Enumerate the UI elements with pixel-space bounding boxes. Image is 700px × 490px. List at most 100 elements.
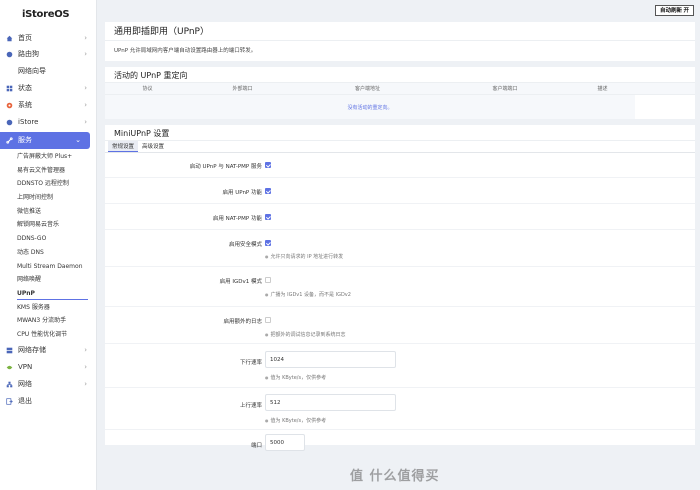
- brand-logo: iStoreOS: [22, 9, 70, 20]
- checkbox-start-service[interactable]: [265, 162, 271, 168]
- sub-item-kms[interactable]: KMS 服务器: [0, 301, 96, 315]
- nav-services[interactable]: 服务 ⌄: [0, 132, 90, 149]
- label-igdv1: 启用 IGDv1 模式: [219, 279, 262, 285]
- sub-item-ddnsto[interactable]: DDNSTO 远程控制: [0, 177, 96, 191]
- forwards-empty: 没有活动的重定向。: [105, 95, 635, 119]
- sub-item-linkease[interactable]: 易有云文件管理器: [0, 164, 96, 178]
- col-client-addr: 客户端地址: [354, 86, 380, 92]
- nav-home-label: 首页: [18, 34, 32, 42]
- col-description: 描述: [597, 86, 608, 92]
- sub-item-ddns[interactable]: 动态 DNS: [0, 246, 96, 260]
- tab-advanced[interactable]: 高级设置: [138, 141, 168, 152]
- sidebar: iStoreOS 首页 › 路由狗 › 网络向导 状态 › 系统 › iStor…: [0, 0, 97, 490]
- nav-wizard[interactable]: 网络向导: [0, 63, 96, 80]
- port-input[interactable]: [265, 434, 305, 451]
- sub-item-time-control[interactable]: 上网时间控制: [0, 191, 96, 205]
- hint-secure-mode: 允许只向请求的 IP 地址进行转发: [265, 253, 344, 260]
- hint-igdv1: 广播为 IGDv1 设备，而不是 IGDv2: [265, 291, 351, 298]
- checkbox-enable-natpmp[interactable]: [265, 214, 271, 220]
- nav-system-label: 系统: [18, 101, 32, 109]
- nav-vpn[interactable]: VPN ›: [0, 359, 96, 376]
- services-submenu: 广告屏蔽大师 Plus+ 易有云文件管理器 DDNSTO 远程控制 上网时间控制…: [0, 150, 96, 342]
- watermark: 值 什么值得买: [350, 469, 440, 484]
- col-protocol: 协议: [142, 86, 153, 92]
- nav-istore-label: iStore: [18, 118, 39, 126]
- network-icon: [6, 381, 13, 387]
- chevron-right-icon: ›: [84, 50, 87, 58]
- nav-network[interactable]: 网络 ›: [0, 376, 96, 393]
- forwards-title: 活动的 UPnP 重定向: [105, 67, 695, 83]
- chevron-right-icon: ›: [84, 101, 87, 109]
- sub-item-upnp[interactable]: UPnP: [0, 287, 96, 301]
- row-extra-log: 启用额外的日志 把额外的调试信息记录到系统日志: [105, 307, 695, 344]
- sub-item-msd[interactable]: Multi Stream Daemon: [0, 260, 96, 274]
- nav-istore[interactable]: iStore ›: [0, 114, 96, 131]
- row-secure-mode: 启用安全模式 允许只向请求的 IP 地址进行转发: [105, 230, 695, 267]
- nav-router[interactable]: 路由狗 ›: [0, 46, 96, 63]
- checkbox-extra-log[interactable]: [265, 317, 271, 323]
- nav-logout-label: 退出: [18, 396, 32, 405]
- chevron-right-icon: ›: [84, 362, 87, 371]
- checkbox-secure-mode[interactable]: [265, 240, 271, 246]
- nav-wizard-label: 网络向导: [18, 67, 46, 75]
- nav-nas[interactable]: 网络存储 ›: [0, 342, 96, 359]
- nav-logout[interactable]: 退出: [0, 393, 96, 410]
- col-ext-port: 外部端口: [232, 86, 253, 92]
- chevron-right-icon: ›: [84, 118, 87, 126]
- sub-item-wol[interactable]: 网络唤醒: [0, 273, 96, 287]
- main-content: 通用即插即用（UPnP） UPnP 允许局域网内客户端自动设置路由器上的端口转发…: [105, 22, 695, 451]
- upload-input[interactable]: [265, 394, 396, 411]
- row-start-service: 启动 UPnP 与 NAT-PMP 服务: [105, 153, 695, 178]
- nav-list: 首页 › 路由狗 › 网络向导 状态 › 系统 › iStore › 服务 ⌄: [0, 30, 96, 149]
- download-input[interactable]: [265, 351, 396, 368]
- checkbox-igdv1[interactable]: [265, 277, 271, 283]
- logout-icon: [6, 397, 13, 405]
- forwards-table-header: 协议 外部端口 客户端地址 客户端端口 描述: [105, 83, 695, 95]
- sub-item-cpufreq[interactable]: CPU 性能优化调节: [0, 328, 96, 342]
- label-enable-upnp: 启用 UPnP 功能: [222, 190, 262, 196]
- nav-network-label: 网络: [18, 379, 32, 388]
- page-description: UPnP 允许局域网内客户端自动设置路由器上的端口转发。: [114, 48, 257, 54]
- storage-icon: [6, 347, 13, 353]
- status-icon: [6, 85, 13, 92]
- nav-status-label: 状态: [18, 84, 32, 92]
- chevron-right-icon: ›: [84, 84, 87, 92]
- row-upload: 上行速率 值为 KByte/s，仅供参考: [105, 388, 695, 430]
- nav-home[interactable]: 首页 ›: [0, 30, 96, 46]
- sub-item-unblock-music[interactable]: 解锁网易云音乐: [0, 218, 96, 232]
- nav-status[interactable]: 状态 ›: [0, 80, 96, 97]
- istore-icon: [6, 119, 13, 126]
- home-icon: [6, 35, 13, 42]
- chevron-down-icon: ⌄: [75, 136, 81, 144]
- chevron-right-icon: ›: [84, 34, 87, 42]
- nav-services-label: 服务: [18, 136, 32, 144]
- forwards-panel: 活动的 UPnP 重定向 协议 外部端口 客户端地址 客户端端口 描述 没有活动…: [105, 67, 695, 119]
- hint-upload: 值为 KByte/s，仅供参考: [265, 417, 327, 424]
- sub-item-ddns-go[interactable]: DDNS-GO: [0, 232, 96, 246]
- settings-panel: MiniUPnP 设置 常规设置 高级设置 启动 UPnP 与 NAT-PMP …: [105, 125, 695, 451]
- nav-system[interactable]: 系统 ›: [0, 97, 96, 114]
- row-download: 下行速率 值为 KByte/s，仅供参考: [105, 344, 695, 388]
- col-client-port: 客户端端口: [492, 86, 518, 92]
- vpn-icon: [6, 365, 13, 369]
- label-download: 下行速率: [239, 360, 262, 366]
- row-port: 端口: [105, 430, 695, 452]
- checkbox-enable-upnp[interactable]: [265, 188, 271, 194]
- label-extra-log: 启用额外的日志: [223, 319, 262, 325]
- chevron-right-icon: ›: [84, 379, 87, 388]
- row-igdv1: 启用 IGDv1 模式 广播为 IGDv1 设备，而不是 IGDv2: [105, 267, 695, 307]
- sub-item-adblock[interactable]: 广告屏蔽大师 Plus+: [0, 150, 96, 164]
- sub-item-wechat-push[interactable]: 微信推送: [0, 205, 96, 219]
- tab-general[interactable]: 常规设置: [108, 141, 139, 152]
- label-port: 端口: [250, 443, 262, 449]
- sub-item-mwan3[interactable]: MWAN3 分流助手: [0, 314, 96, 328]
- auto-refresh-button[interactable]: 自动刷新 开: [654, 5, 694, 16]
- router-icon: [6, 51, 13, 58]
- label-start-service: 启动 UPnP 与 NAT-PMP 服务: [189, 164, 262, 170]
- row-enable-upnp: 启用 UPnP 功能: [105, 178, 695, 204]
- label-enable-natpmp: 启用 NAT-PMP 功能: [212, 216, 262, 222]
- label-secure-mode: 启用安全模式: [228, 242, 262, 248]
- settings-tabs: 常规设置 高级设置: [105, 141, 695, 153]
- hint-extra-log: 把额外的调试信息记录到系统日志: [265, 331, 346, 338]
- link-icon: [6, 137, 13, 144]
